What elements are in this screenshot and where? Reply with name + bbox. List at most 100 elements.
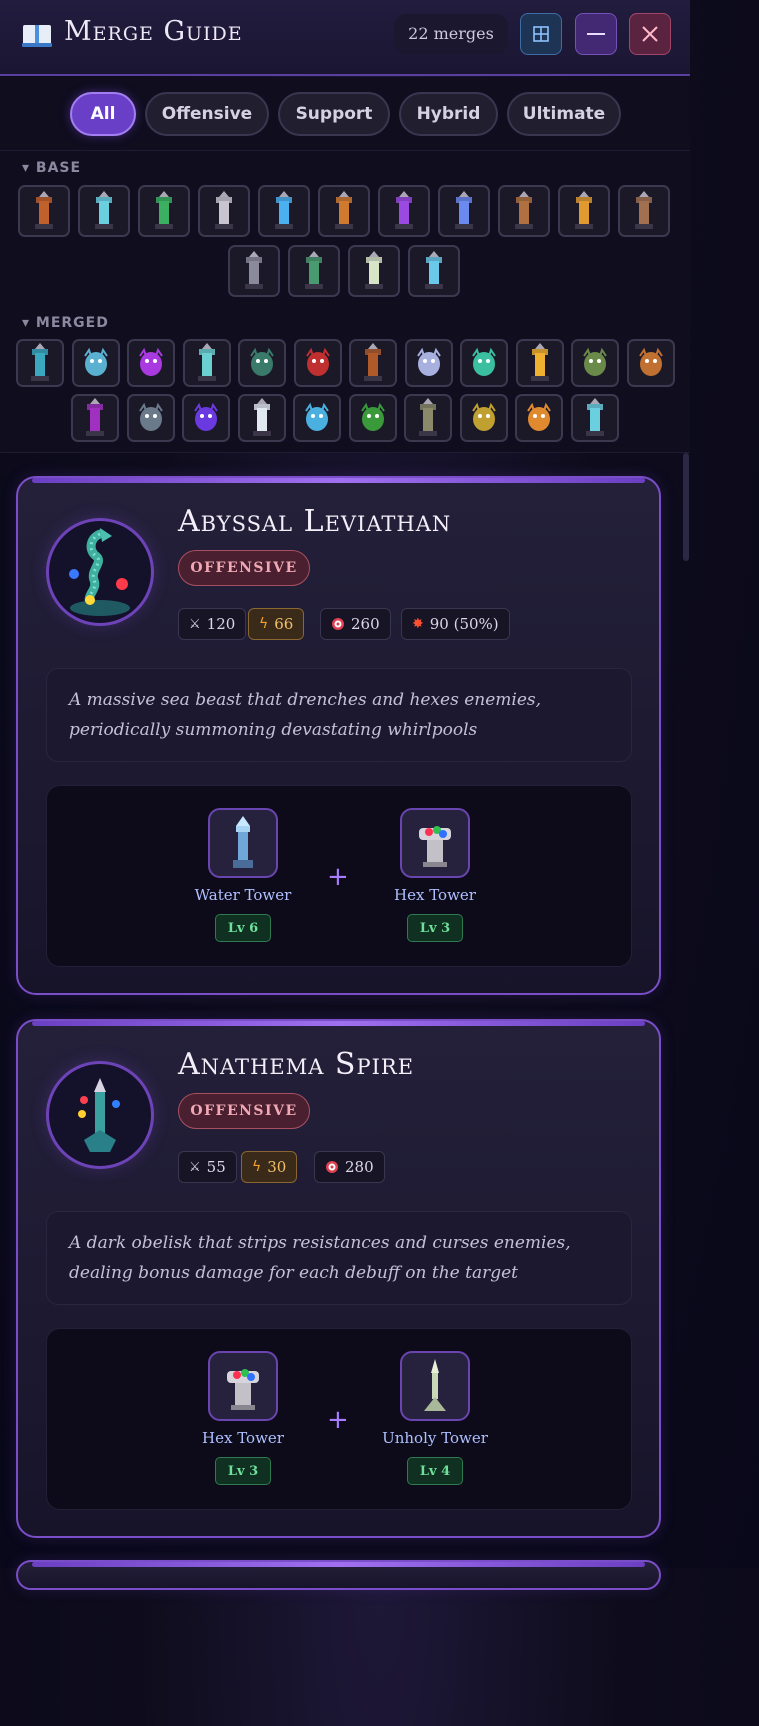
merged-tower-tile[interactable] xyxy=(238,394,286,442)
base-tower-tile[interactable] xyxy=(438,185,490,237)
merged-tower-tile[interactable] xyxy=(127,339,175,387)
ingredient-icon-button[interactable] xyxy=(400,808,470,878)
merged-tower-icon xyxy=(527,402,551,431)
base-tower-tile[interactable] xyxy=(378,185,430,237)
merged-tower-tile[interactable] xyxy=(16,339,64,387)
merged-tower-tile[interactable] xyxy=(405,339,453,387)
merged-tower-tile[interactable] xyxy=(404,394,452,442)
base-tower-tile[interactable] xyxy=(198,185,250,237)
merged-tower-icon xyxy=(253,398,271,436)
energy-stat: ϟ 30 xyxy=(241,1151,298,1183)
merged-tower-tile[interactable] xyxy=(182,394,230,442)
hex-tower-icon xyxy=(227,1369,259,1410)
base-tower-tile[interactable] xyxy=(288,245,340,297)
merged-tower-tile[interactable] xyxy=(72,339,120,387)
merged-tower-icon xyxy=(31,343,49,381)
merged-tower-tile[interactable] xyxy=(127,394,175,442)
merged-tower-icon xyxy=(139,402,163,431)
merged-tower-icon xyxy=(472,347,496,376)
merged-tower-tile[interactable] xyxy=(349,394,397,442)
type-badge: OFFENSIVE xyxy=(178,1093,310,1129)
merge-card: Abyssal Leviathan OFFENSIVE ⚔ 120 ϟ 66 2… xyxy=(16,476,661,995)
splash-value: 90 (50%) xyxy=(429,615,499,633)
base-tower-tile[interactable] xyxy=(258,185,310,237)
merged-tower-icon xyxy=(250,347,274,376)
range-value: 280 xyxy=(345,1158,374,1176)
merged-tower-tile[interactable] xyxy=(627,339,675,387)
close-button[interactable] xyxy=(629,13,671,55)
base-section-header[interactable]: ▾ BASE xyxy=(22,160,81,176)
collapse-arrow-icon: ▾ xyxy=(22,315,36,331)
target-icon xyxy=(332,618,344,630)
merged-section: ▾ MERGED xyxy=(0,306,690,453)
base-tower-tile[interactable] xyxy=(618,185,670,237)
grid-view-button[interactable] xyxy=(520,13,562,55)
energy-value: 66 xyxy=(274,615,294,633)
merged-tower-icon xyxy=(419,398,437,436)
filter-offensive[interactable]: Offensive xyxy=(145,92,269,136)
tower-icon xyxy=(515,191,533,229)
merged-tower-icon xyxy=(86,398,104,436)
filter-all[interactable]: All xyxy=(70,92,136,136)
merged-tower-icon xyxy=(139,347,163,376)
merged-tower-tile[interactable] xyxy=(238,339,286,387)
minimize-button[interactable] xyxy=(575,13,617,55)
ingredient-icon-button[interactable] xyxy=(208,808,278,878)
energy-value: 30 xyxy=(267,1158,287,1176)
merged-tower-icon xyxy=(472,402,496,431)
splash-stat: ✸ 90 (50%) xyxy=(401,608,510,640)
ingredient-name: Hex Tower xyxy=(202,1429,284,1447)
ingredient-name: Water Tower xyxy=(194,886,292,904)
base-section: ▾ BASE xyxy=(0,151,690,307)
filter-hybrid[interactable]: Hybrid xyxy=(399,92,498,136)
tower-icon xyxy=(275,191,293,229)
anathema-spire-icon xyxy=(78,1078,120,1152)
damage-stat: ⚔ 55 xyxy=(178,1151,237,1183)
base-tower-tile[interactable] xyxy=(408,245,460,297)
merged-tower-tile[interactable] xyxy=(571,394,619,442)
merged-tower-tile[interactable] xyxy=(71,394,119,442)
merged-tower-icon xyxy=(531,343,549,381)
range-value: 260 xyxy=(351,615,380,633)
tower-icon xyxy=(395,191,413,229)
burst-icon: ✸ xyxy=(412,616,424,632)
card-accent-bar xyxy=(32,1562,645,1567)
merged-tower-tile[interactable] xyxy=(516,339,564,387)
merged-tower-tile[interactable] xyxy=(571,339,619,387)
merged-tower-icon xyxy=(305,402,329,431)
tower-icon xyxy=(635,191,653,229)
base-tower-tile[interactable] xyxy=(18,185,70,237)
tower-icon xyxy=(35,191,53,229)
merged-label: MERGED xyxy=(35,315,109,331)
ingredient-icon-button[interactable] xyxy=(400,1351,470,1421)
base-tower-tile[interactable] xyxy=(78,185,130,237)
scrollbar-thumb[interactable] xyxy=(683,453,689,561)
merged-tower-tile[interactable] xyxy=(349,339,397,387)
merged-tower-tile[interactable] xyxy=(183,339,231,387)
merged-tower-tile[interactable] xyxy=(460,394,508,442)
filter-support[interactable]: Support xyxy=(278,92,390,136)
card-title: Abyssal Leviathan xyxy=(178,504,452,539)
base-tower-tile[interactable] xyxy=(318,185,370,237)
merged-section-header[interactable]: ▾ MERGED xyxy=(22,315,109,331)
base-tower-tile[interactable] xyxy=(228,245,280,297)
base-tower-tile[interactable] xyxy=(498,185,550,237)
base-tower-tile[interactable] xyxy=(348,245,400,297)
filter-ultimate[interactable]: Ultimate xyxy=(507,92,621,136)
base-tower-tile[interactable] xyxy=(558,185,610,237)
merged-tower-icon xyxy=(194,402,218,431)
tower-icon xyxy=(305,251,323,289)
ingredient-icon-button[interactable] xyxy=(208,1351,278,1421)
ingredient-level: Lv 3 xyxy=(215,1457,271,1485)
merged-tower-icon xyxy=(361,402,385,431)
filter-bar: All Offensive Support Hybrid Ultimate xyxy=(0,77,690,151)
base-tower-tile[interactable] xyxy=(138,185,190,237)
leviathan-portrait xyxy=(46,518,154,626)
merged-tower-tile[interactable] xyxy=(294,339,342,387)
merged-tower-tile[interactable] xyxy=(293,394,341,442)
ingredient-name: Unholy Tower xyxy=(382,1429,488,1447)
ingredient-name: Hex Tower xyxy=(394,886,476,904)
card-title: Anathema Spire xyxy=(178,1047,415,1082)
merged-tower-tile[interactable] xyxy=(460,339,508,387)
merged-tower-tile[interactable] xyxy=(515,394,563,442)
